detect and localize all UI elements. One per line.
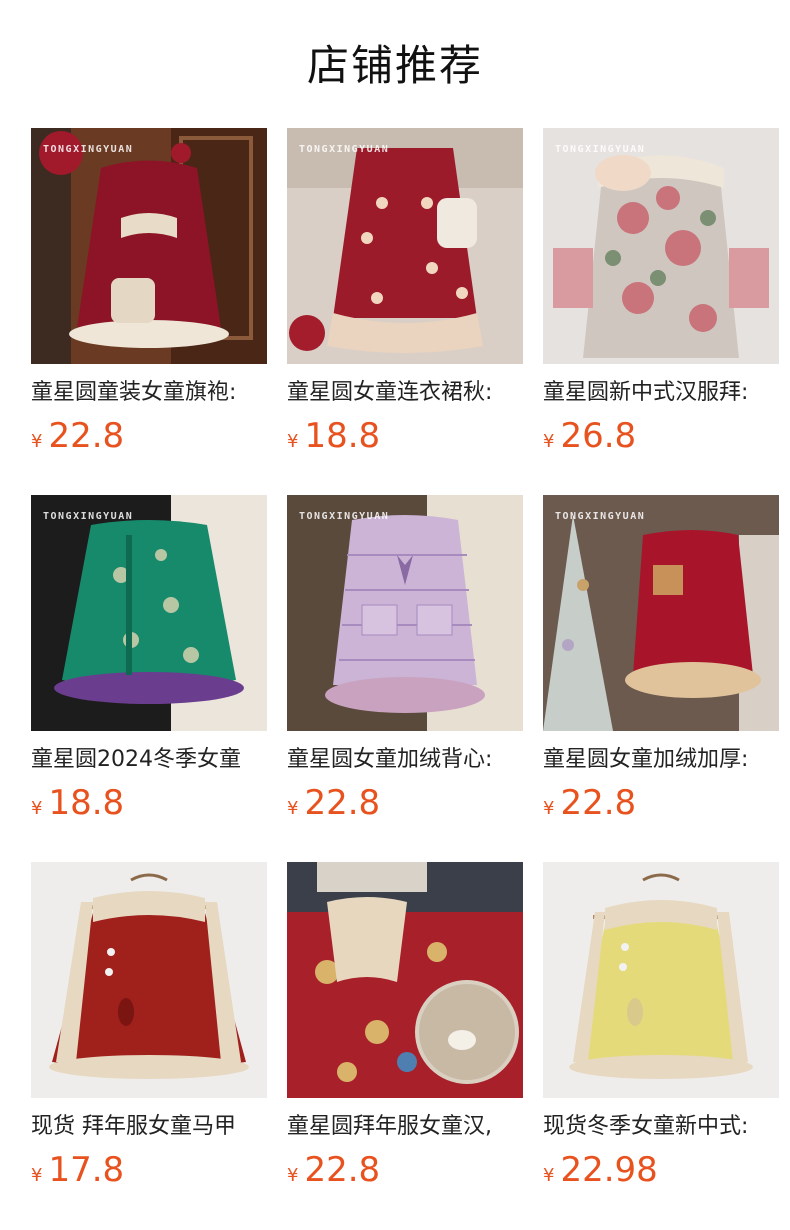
- currency-symbol: ¥: [287, 1165, 299, 1186]
- brand-watermark: TONGXINGYUAN: [43, 511, 134, 522]
- product-card[interactable]: TONGXINGYUAN 童星圆女童加绒加厚: ¥22.8: [543, 495, 779, 835]
- product-card[interactable]: TONGXINGYUAN 童星圆女童连衣裙秋: ¥18.8: [287, 128, 523, 468]
- brand-watermark: TONGXINGYUAN: [299, 144, 390, 155]
- currency-symbol: ¥: [543, 1165, 555, 1186]
- product-price: ¥26.8: [543, 416, 636, 456]
- product-card[interactable]: TONGXINGYUAN 童星圆女童加绒背心: ¥22.8: [287, 495, 523, 835]
- product-name[interactable]: 现货 拜年服女童马甲: [31, 1110, 267, 1144]
- product-grid: TONGXINGYUAN 童星圆童装女童旗袍: ¥22.8 TONGXINGYU…: [31, 128, 779, 1198]
- yellow-fur-vest-image: [543, 862, 779, 1098]
- product-image[interactable]: [287, 862, 523, 1098]
- brand-watermark: TONGXINGYUAN: [299, 511, 390, 522]
- product-image[interactable]: [543, 862, 779, 1098]
- section-title: 店铺推荐: [306, 41, 483, 90]
- red-sequin-qipao-vest-image: [31, 128, 267, 364]
- product-name[interactable]: 童星圆新中式汉服拜:: [543, 376, 779, 410]
- product-price: ¥18.8: [31, 783, 124, 823]
- brand-watermark: TONGXINGYUAN: [43, 144, 134, 155]
- price-amount: 18.8: [48, 783, 125, 823]
- product-name[interactable]: 童星圆拜年服女童汉,: [287, 1110, 523, 1144]
- product-card[interactable]: 现货冬季女童新中式: ¥22.98: [543, 862, 779, 1202]
- product-price: ¥22.8: [287, 1150, 380, 1190]
- product-name[interactable]: 童星圆童装女童旗袍:: [31, 376, 267, 410]
- product-name[interactable]: 童星圆女童连衣裙秋:: [287, 376, 523, 410]
- price-amount: 22.8: [304, 783, 381, 823]
- product-card[interactable]: TONGXINGYUAN 童星圆童装女童旗袍: ¥22.8: [31, 128, 267, 468]
- red-bow-dress-image: [287, 128, 523, 364]
- price-amount: 26.8: [560, 416, 637, 456]
- price-amount: 22.8: [560, 783, 637, 823]
- product-image[interactable]: TONGXINGYUAN: [287, 128, 523, 364]
- product-image[interactable]: TONGXINGYUAN: [543, 128, 779, 364]
- currency-symbol: ¥: [31, 431, 43, 452]
- product-price: ¥22.8: [287, 783, 380, 823]
- red-velvet-christmas-dress-image: [543, 495, 779, 731]
- product-price: ¥17.8: [31, 1150, 124, 1190]
- product-price: ¥22.8: [31, 416, 124, 456]
- product-image[interactable]: TONGXINGYUAN: [287, 495, 523, 731]
- brand-watermark: TONGXINGYUAN: [555, 511, 646, 522]
- product-price: ¥18.8: [287, 416, 380, 456]
- red-floral-hanfu-image: [287, 862, 523, 1098]
- floral-jacket-image: [543, 128, 779, 364]
- lilac-tweed-vest-image: [287, 495, 523, 731]
- currency-symbol: ¥: [31, 1165, 43, 1186]
- price-amount: 22.8: [48, 416, 125, 456]
- product-card[interactable]: 现货 拜年服女童马甲 ¥17.8: [31, 862, 267, 1202]
- product-price: ¥22.8: [543, 783, 636, 823]
- product-card[interactable]: TONGXINGYUAN 童星圆新中式汉服拜: ¥26.8: [543, 128, 779, 468]
- red-fur-vest-image: [31, 862, 267, 1098]
- product-name[interactable]: 童星圆2024冬季女童: [31, 743, 267, 777]
- price-amount: 17.8: [48, 1150, 125, 1190]
- product-image[interactable]: TONGXINGYUAN: [31, 128, 267, 364]
- product-name[interactable]: 现货冬季女童新中式:: [543, 1110, 779, 1144]
- product-card[interactable]: TONGXINGYUAN 童星圆2024冬季女童 ¥18.8: [31, 495, 267, 835]
- product-card[interactable]: 童星圆拜年服女童汉, ¥22.8: [287, 862, 523, 1202]
- currency-symbol: ¥: [543, 798, 555, 819]
- green-brocade-vest-image: [31, 495, 267, 731]
- currency-symbol: ¥: [543, 431, 555, 452]
- currency-symbol: ¥: [287, 798, 299, 819]
- product-name[interactable]: 童星圆女童加绒加厚:: [543, 743, 779, 777]
- product-image[interactable]: TONGXINGYUAN: [31, 495, 267, 731]
- price-amount: 22.8: [304, 1150, 381, 1190]
- product-name[interactable]: 童星圆女童加绒背心:: [287, 743, 523, 777]
- product-price: ¥22.98: [543, 1150, 658, 1190]
- product-image[interactable]: [31, 862, 267, 1098]
- currency-symbol: ¥: [31, 798, 43, 819]
- currency-symbol: ¥: [287, 431, 299, 452]
- product-image[interactable]: TONGXINGYUAN: [543, 495, 779, 731]
- price-amount: 22.98: [560, 1150, 658, 1190]
- brand-watermark: TONGXINGYUAN: [555, 144, 646, 155]
- price-amount: 18.8: [304, 416, 381, 456]
